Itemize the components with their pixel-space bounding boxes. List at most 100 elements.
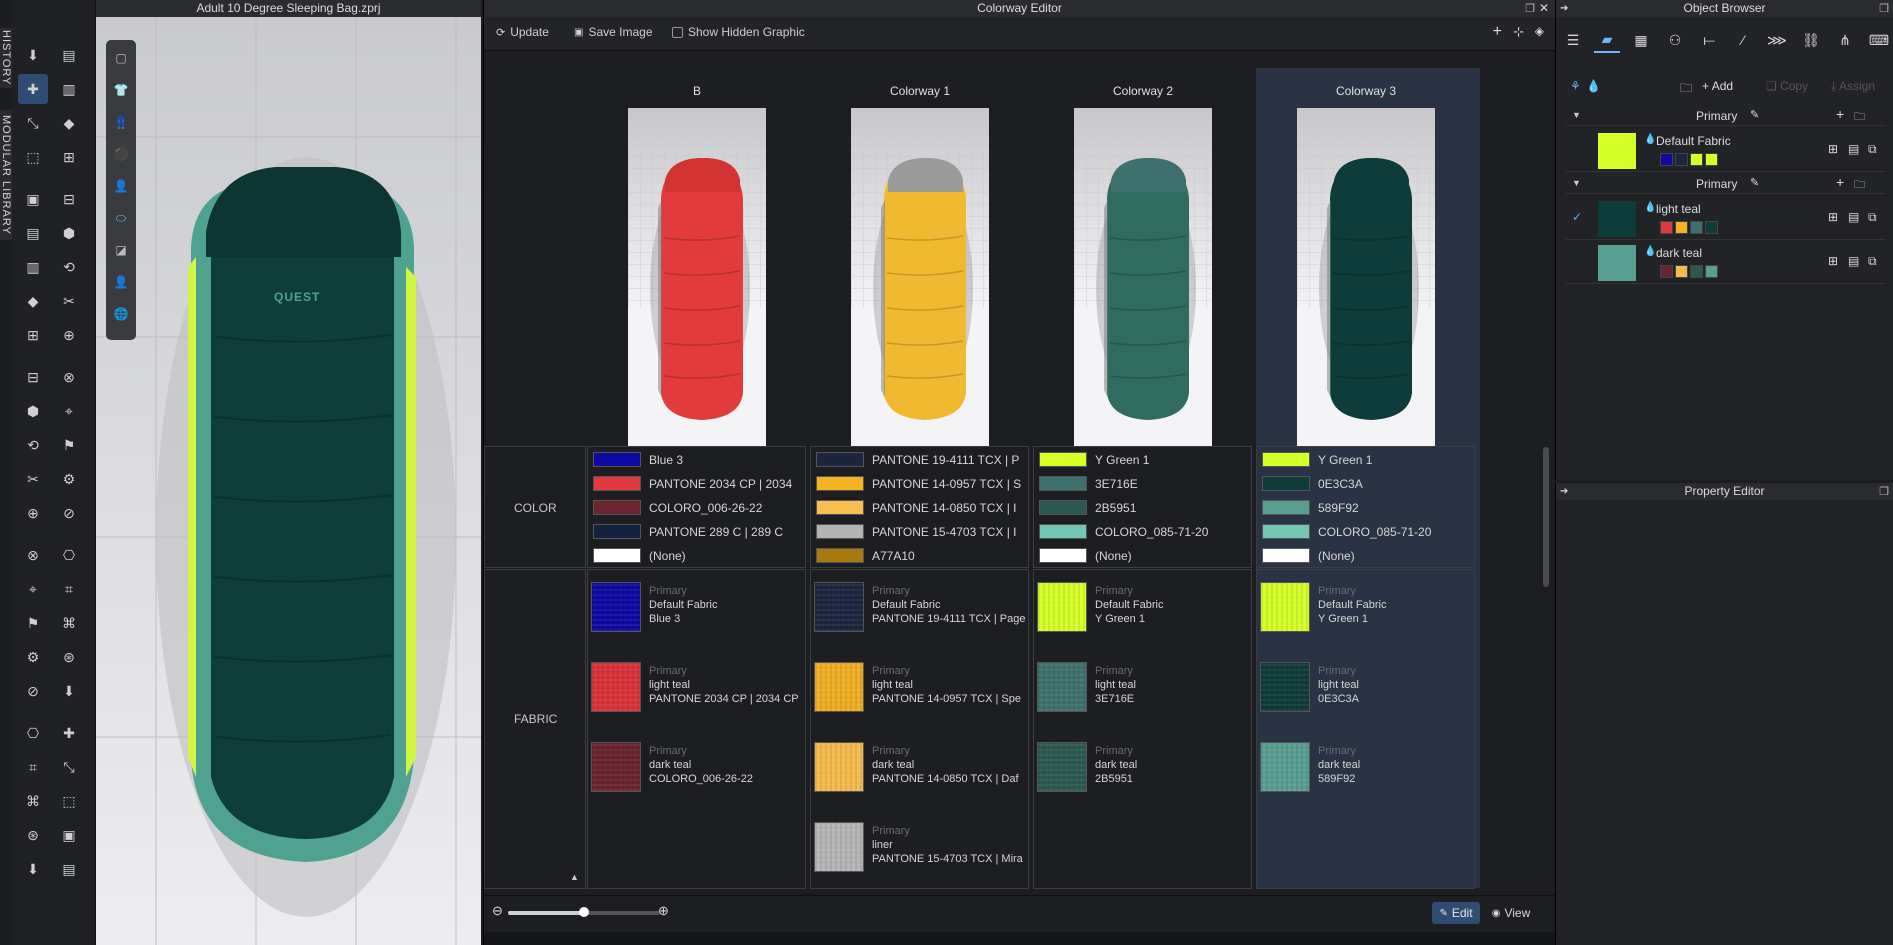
tool-icon[interactable]: ⌖: [54, 396, 84, 426]
item-action-icon[interactable]: ⧉: [1868, 210, 1877, 225]
colorway-thumbnail[interactable]: [1297, 108, 1435, 446]
quick-tool-icon[interactable]: 👖: [109, 110, 133, 134]
colorway-chip[interactable]: [1690, 153, 1703, 166]
edit-icon[interactable]: ✎: [1750, 108, 1759, 121]
popout-icon[interactable]: ❐: [1879, 485, 1889, 498]
tool-icon[interactable]: ⬢: [54, 218, 84, 248]
tool-icon[interactable]: ⊟: [54, 184, 84, 214]
quick-tool-icon[interactable]: ⬭: [109, 206, 133, 230]
expand-arrow-icon[interactable]: ➔: [1560, 486, 1568, 497]
view-button[interactable]: ◉ View: [1486, 902, 1536, 924]
folder-add-icon[interactable]: 🗀: [1680, 79, 1692, 100]
tool-icon[interactable]: ⊟: [18, 362, 48, 392]
colorway-chip[interactable]: [1660, 221, 1673, 234]
item-action-icon[interactable]: ⊞: [1828, 210, 1838, 224]
zoom-slider-handle[interactable]: [579, 907, 589, 917]
color-swatch[interactable]: [1039, 524, 1087, 539]
color-swatch[interactable]: [816, 500, 864, 515]
item-action-icon[interactable]: ▤: [1848, 210, 1859, 224]
tool-icon[interactable]: ◆: [54, 108, 84, 138]
tool-icon[interactable]: ✂: [54, 286, 84, 316]
color-swatch[interactable]: [816, 524, 864, 539]
item-action-icon[interactable]: ⊞: [1828, 254, 1838, 268]
tool-icon[interactable]: ▣: [18, 184, 48, 214]
color-swatch[interactable]: [593, 548, 641, 563]
tool-icon[interactable]: ⬚: [18, 142, 48, 172]
colorway-thumbnail[interactable]: [628, 108, 766, 446]
quick-tool-icon[interactable]: 👤: [109, 270, 133, 294]
update-button[interactable]: ⟳ Update: [496, 25, 549, 39]
tool-icon[interactable]: ⊕: [18, 498, 48, 528]
color-swatch[interactable]: [1262, 548, 1310, 563]
zoom-in-icon[interactable]: ⊕: [658, 903, 669, 919]
tool-icon[interactable]: ⟲: [54, 252, 84, 282]
tool-icon[interactable]: ⬇: [18, 854, 48, 884]
object-browser-tab-icon[interactable]: ⛓: [1798, 27, 1824, 53]
tool-icon[interactable]: ▤: [18, 218, 48, 248]
color-swatch[interactable]: [1039, 452, 1087, 467]
colorway-chip[interactable]: [1705, 265, 1718, 278]
tool-icon[interactable]: ⚑: [18, 608, 48, 638]
tool-icon[interactable]: ⊛: [18, 820, 48, 850]
add-multiple-icon[interactable]: ⊹: [1513, 24, 1524, 40]
fabric-swatch[interactable]: [1037, 742, 1087, 792]
item-action-icon[interactable]: ▤: [1848, 142, 1859, 156]
tool-icon[interactable]: ⌘: [18, 786, 48, 816]
checkbox[interactable]: [672, 26, 683, 38]
tab-modular-library[interactable]: MODULAR LIBRARY: [0, 110, 12, 240]
collapse-arrow-icon[interactable]: ▲: [570, 872, 579, 882]
tool-icon[interactable]: ⌖: [18, 574, 48, 604]
color-swatch[interactable]: [593, 452, 641, 467]
3d-viewport[interactable]: Adult 10 Degree Sleeping Bag.zprj QUEST …: [96, 0, 481, 945]
fabric-swatch[interactable]: [1037, 582, 1087, 632]
fabric-layers-icon[interactable]: ⚘: [1570, 79, 1581, 93]
colorway-thumbnail[interactable]: [851, 108, 989, 446]
colorway-chip[interactable]: [1660, 153, 1673, 166]
tool-icon[interactable]: ⚙: [54, 464, 84, 494]
fabric-swatch[interactable]: [814, 582, 864, 632]
color-swatch[interactable]: [816, 548, 864, 563]
tool-icon[interactable]: ⊛: [54, 642, 84, 672]
tool-icon[interactable]: ▥: [18, 252, 48, 282]
save-image-button[interactable]: ▣ Save Image: [574, 25, 653, 39]
item-action-icon[interactable]: ▤: [1848, 254, 1859, 268]
tool-icon[interactable]: ⊗: [18, 540, 48, 570]
object-browser-tab-icon[interactable]: ☰: [1560, 27, 1586, 53]
colorway-chip[interactable]: [1675, 221, 1688, 234]
tool-icon[interactable]: ✚: [18, 74, 48, 104]
colorway-chip[interactable]: [1675, 153, 1688, 166]
quick-tool-icon[interactable]: 👤: [109, 174, 133, 198]
edit-icon[interactable]: ✎: [1750, 176, 1759, 189]
tool-icon[interactable]: ⊘: [54, 498, 84, 528]
drops-icon[interactable]: 💧: [1586, 79, 1601, 93]
tool-icon[interactable]: ⊕: [54, 320, 84, 350]
color-swatch[interactable]: [816, 452, 864, 467]
tool-icon[interactable]: ⌗: [18, 752, 48, 782]
folder-icon[interactable]: 🗀: [1854, 108, 1865, 127]
colorway-chip[interactable]: [1690, 221, 1703, 234]
colorway-thumbnail[interactable]: [1074, 108, 1212, 446]
object-browser-tab-icon[interactable]: ⋙: [1764, 27, 1790, 53]
vertical-scrollbar[interactable]: [1543, 447, 1549, 587]
fabric-item[interactable]: 💧 dark teal ⊞ ▤ ⧉: [1566, 242, 1886, 284]
fabric-item[interactable]: ✓ 💧 light teal ⊞ ▤ ⧉: [1566, 198, 1886, 240]
settings-icon[interactable]: ◈: [1535, 24, 1544, 38]
color-swatch[interactable]: [1039, 476, 1087, 491]
color-swatch[interactable]: [593, 476, 641, 491]
fabric-swatch[interactable]: [591, 742, 641, 792]
tool-icon[interactable]: ⟲: [18, 430, 48, 460]
colorway-header[interactable]: Colorway 3: [1256, 84, 1476, 98]
fabric-swatch[interactable]: [1260, 662, 1310, 712]
group-header[interactable]: ▼ Primary ✎ + 🗀: [1566, 174, 1886, 194]
copy-button[interactable]: ❏ Copy: [1766, 79, 1808, 93]
object-browser-tab-icon[interactable]: ⟝: [1696, 27, 1722, 53]
object-browser-tab-icon[interactable]: ⚇: [1662, 27, 1688, 53]
object-browser-tab-icon[interactable]: ⋔: [1832, 27, 1858, 53]
fabric-swatch[interactable]: [1260, 582, 1310, 632]
color-swatch[interactable]: [1262, 452, 1310, 467]
close-icon[interactable]: ✕: [1539, 1, 1549, 15]
color-swatch[interactable]: [593, 524, 641, 539]
add-button[interactable]: + Add: [1702, 79, 1733, 93]
object-browser-tab-icon[interactable]: ⁄: [1730, 27, 1756, 53]
tool-icon[interactable]: ⊞: [18, 320, 48, 350]
